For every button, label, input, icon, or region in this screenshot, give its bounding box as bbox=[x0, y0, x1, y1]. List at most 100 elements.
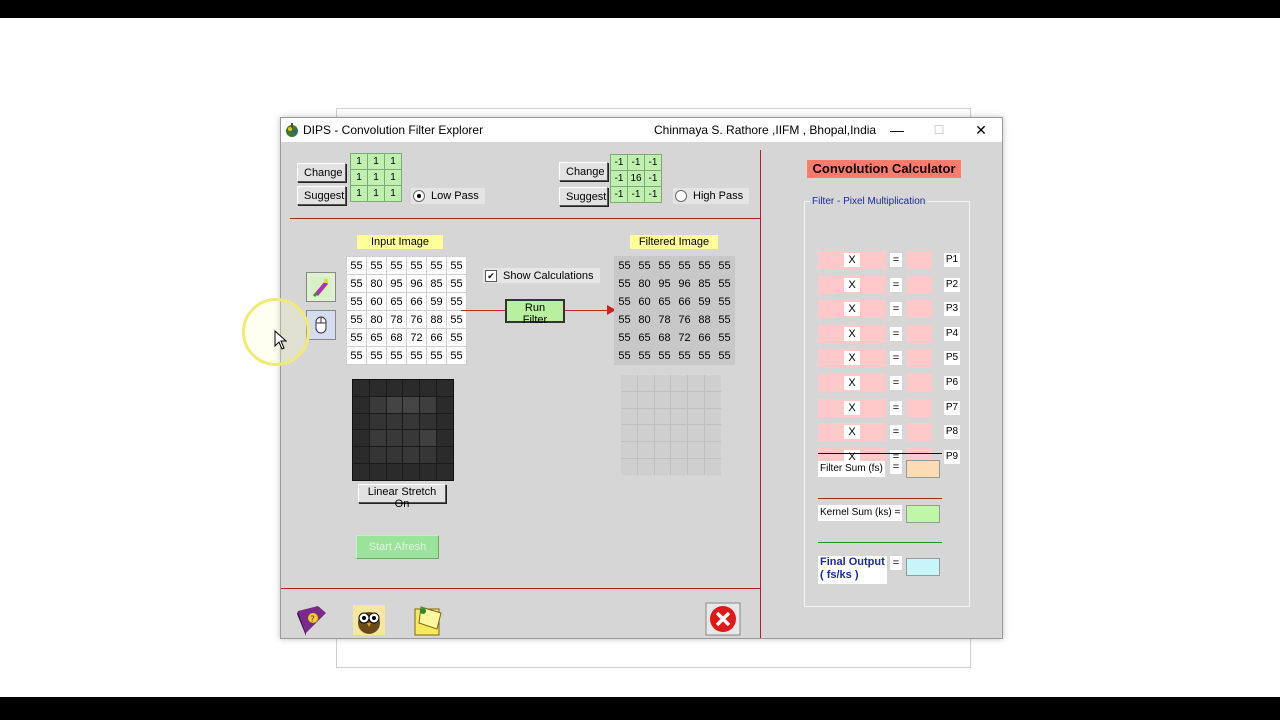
pixel-cell[interactable]: 80 bbox=[366, 274, 387, 293]
pixel-cell[interactable]: 78 bbox=[386, 310, 407, 329]
notepad-icon[interactable] bbox=[411, 603, 447, 637]
kernel-cell[interactable]: 1 bbox=[350, 169, 368, 186]
pixel-cell[interactable]: 55 bbox=[406, 346, 427, 365]
pixel-cell: 55 bbox=[614, 328, 635, 347]
run-filter-button[interactable]: Run Filter bbox=[505, 299, 565, 326]
kernel-cell[interactable]: -1 bbox=[610, 186, 628, 203]
multiply-sign: X bbox=[844, 253, 860, 267]
start-afresh-button[interactable]: Start Afresh bbox=[356, 535, 439, 559]
pixel-cell[interactable]: 55 bbox=[446, 328, 467, 347]
pixel-cell[interactable]: 55 bbox=[446, 256, 467, 275]
product-label: P8 bbox=[944, 425, 960, 440]
kernel-cell[interactable]: -1 bbox=[627, 186, 645, 203]
show-calculations-checkbox[interactable]: ✔ Show Calculations bbox=[483, 268, 600, 283]
kernel-cell[interactable]: 16 bbox=[627, 170, 645, 187]
kernel-cell[interactable]: 1 bbox=[367, 153, 385, 170]
low-pass-suggest-button[interactable]: Suggest bbox=[297, 186, 346, 205]
pixel-cell: 55 bbox=[654, 256, 675, 275]
owl-icon[interactable] bbox=[351, 603, 387, 637]
close-button[interactable]: ✕ bbox=[959, 118, 1003, 142]
input-image-matrix[interactable]: 55 55 55 55 55 55 55 80 95 96 85 55 55 60 65 66 59 55 55 80… bbox=[346, 256, 467, 365]
pixel-cell[interactable]: 55 bbox=[426, 346, 447, 365]
pixel-cell[interactable]: 60 bbox=[366, 292, 387, 311]
kernel-cell[interactable]: 1 bbox=[384, 169, 402, 186]
pixel-cell[interactable]: 55 bbox=[346, 346, 367, 365]
pixel-cell[interactable]: 65 bbox=[386, 292, 407, 311]
mouse-icon[interactable] bbox=[306, 310, 336, 340]
kernel-cell[interactable]: 1 bbox=[350, 185, 368, 202]
pixel-cell[interactable]: 80 bbox=[366, 310, 387, 329]
pixel-cell: 55 bbox=[614, 292, 635, 311]
pixel-cell[interactable]: 55 bbox=[446, 274, 467, 293]
preview-pixel bbox=[671, 425, 688, 442]
preview-pixel bbox=[671, 408, 688, 425]
pixel-cell[interactable]: 96 bbox=[406, 274, 427, 293]
pixel-cell[interactable]: 55 bbox=[406, 256, 427, 275]
preview-pixel bbox=[654, 459, 671, 475]
pixel-cell[interactable]: 65 bbox=[366, 328, 387, 347]
preview-pixel bbox=[637, 459, 654, 475]
pixel-cell[interactable]: 55 bbox=[346, 292, 367, 311]
pixel-cell[interactable]: 59 bbox=[426, 292, 447, 311]
kernel-cell[interactable]: -1 bbox=[610, 170, 628, 187]
pixel-cell[interactable]: 76 bbox=[406, 310, 427, 329]
pixel-cell: 55 bbox=[634, 346, 655, 365]
pixel-cell: 55 bbox=[634, 256, 655, 275]
kernel-cell[interactable]: -1 bbox=[644, 154, 662, 171]
pixel-cell[interactable]: 55 bbox=[386, 256, 407, 275]
maximize-button[interactable]: ☐ bbox=[917, 118, 961, 142]
low-pass-radio[interactable]: Low Pass bbox=[411, 188, 485, 204]
low-pass-radio-dot[interactable] bbox=[413, 190, 425, 202]
high-pass-radio[interactable]: High Pass bbox=[673, 188, 750, 204]
filtered-image-preview bbox=[621, 375, 721, 475]
product-box bbox=[907, 300, 932, 319]
kernel-cell[interactable]: -1 bbox=[627, 154, 645, 171]
product-label: P6 bbox=[944, 376, 960, 390]
pixel-cell[interactable]: 72 bbox=[406, 328, 427, 347]
kernel-cell[interactable]: 1 bbox=[367, 185, 385, 202]
preview-pixel bbox=[420, 430, 437, 447]
kernel-cell[interactable]: 1 bbox=[350, 153, 368, 170]
kernel-cell[interactable]: 1 bbox=[384, 153, 402, 170]
pixel-cell[interactable]: 55 bbox=[386, 346, 407, 365]
pixel-cell: 65 bbox=[654, 292, 675, 311]
pixel-cell[interactable]: 55 bbox=[346, 274, 367, 293]
high-pass-change-button[interactable]: Change bbox=[559, 162, 608, 181]
exit-icon[interactable] bbox=[705, 602, 741, 636]
pixel-cell[interactable]: 55 bbox=[426, 256, 447, 275]
show-calculations-check[interactable]: ✔ bbox=[485, 269, 497, 282]
high-pass-radio-dot[interactable] bbox=[675, 190, 687, 202]
minimize-button[interactable]: — bbox=[875, 118, 919, 142]
pixel-cell[interactable]: 55 bbox=[346, 256, 367, 275]
pixel-cell[interactable]: 55 bbox=[346, 328, 367, 347]
pixel-cell[interactable]: 55 bbox=[366, 256, 387, 275]
pixel-cell[interactable]: 85 bbox=[426, 274, 447, 293]
kernel-cell[interactable]: 1 bbox=[384, 185, 402, 202]
equals-sign: = bbox=[890, 253, 902, 267]
kernel-cell[interactable]: 1 bbox=[367, 169, 385, 186]
pixel-cell[interactable]: 66 bbox=[406, 292, 427, 311]
pixel-cell[interactable]: 55 bbox=[446, 346, 467, 365]
kernel-cell[interactable]: -1 bbox=[644, 170, 662, 187]
pixel-cell[interactable]: 55 bbox=[346, 310, 367, 329]
kernel-cell[interactable]: -1 bbox=[610, 154, 628, 171]
pixel-cell[interactable]: 66 bbox=[426, 328, 447, 347]
linear-stretch-button[interactable]: Linear Stretch On bbox=[358, 484, 446, 510]
high-pass-suggest-button[interactable]: Suggest bbox=[559, 187, 608, 206]
help-book-icon[interactable]: ? bbox=[294, 603, 330, 637]
pixel-cell[interactable]: 88 bbox=[426, 310, 447, 329]
title-bar[interactable]: DIPS - Convolution Filter Explorer Chinm… bbox=[281, 118, 1002, 142]
kernel-cell[interactable]: -1 bbox=[644, 186, 662, 203]
pixel-cell: 88 bbox=[694, 310, 715, 329]
calc-divider-2 bbox=[818, 498, 942, 499]
divider-bottom bbox=[281, 588, 760, 589]
paintbrush-icon[interactable] bbox=[306, 272, 336, 302]
pixel-cell[interactable]: 55 bbox=[366, 346, 387, 365]
pixel-cell[interactable]: 68 bbox=[386, 328, 407, 347]
pixel-cell[interactable]: 55 bbox=[446, 292, 467, 311]
pixel-cell[interactable]: 95 bbox=[386, 274, 407, 293]
pixel-cell[interactable]: 55 bbox=[446, 310, 467, 329]
low-pass-change-button[interactable]: Change bbox=[297, 163, 346, 182]
input-image-preview bbox=[352, 379, 454, 481]
product-box bbox=[907, 349, 932, 368]
